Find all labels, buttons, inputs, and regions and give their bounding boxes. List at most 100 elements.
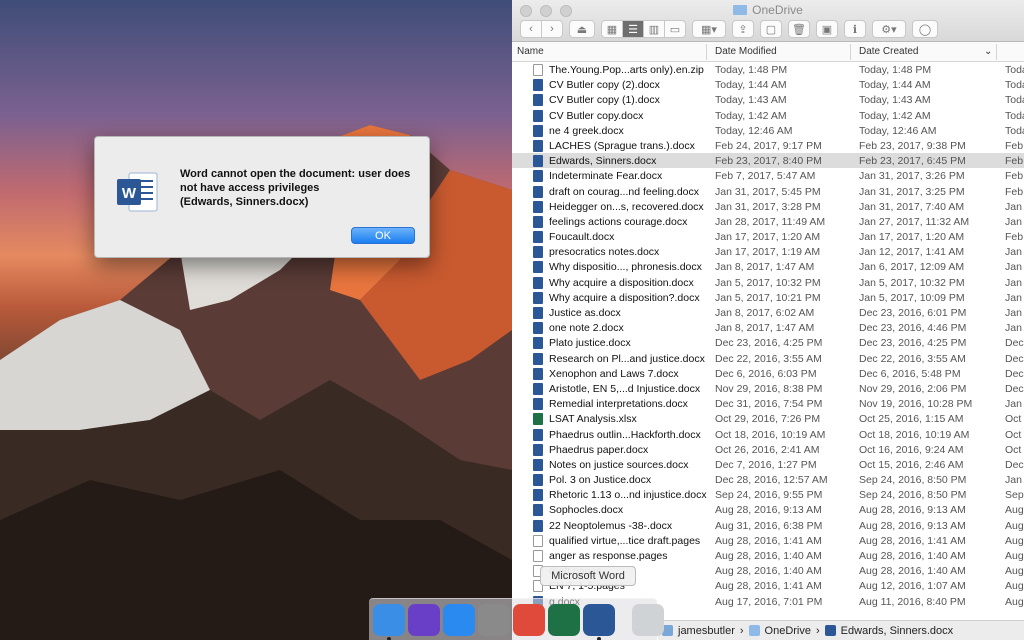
list-view-icon[interactable]: ☰ (622, 20, 644, 38)
file-row[interactable]: Pol. 3 on Justice.docx Dec 28, 2016, 12:5… (512, 472, 1024, 487)
dialog-message: Word cannot open the document: user does… (180, 168, 411, 208)
icon-view-icon[interactable]: ▦ (601, 20, 623, 38)
file-date-modified: Feb 23, 2017, 8:40 PM (715, 155, 822, 168)
file-row[interactable]: Phaedrus outlin...Hackforth.docx Oct 18, … (512, 427, 1024, 442)
word-document-icon (824, 625, 836, 636)
new-folder-icon[interactable]: ▢ (760, 20, 782, 38)
file-row[interactable]: Xenophon and Laws 7.docx Dec 6, 2016, 6:0… (512, 366, 1024, 381)
column-date-created[interactable]: Date Created (859, 46, 918, 57)
info-icon[interactable]: ℹ (844, 20, 866, 38)
file-row[interactable]: presocratics notes.docx Jan 17, 2017, 1:1… (512, 244, 1024, 259)
file-extra-column: Jan (1005, 322, 1022, 335)
share-icon[interactable]: ⇪ (732, 20, 754, 38)
file-date-modified: Aug 17, 2016, 7:01 PM (715, 595, 823, 608)
file-name: Indeterminate Fear.docx (549, 170, 663, 183)
file-row[interactable]: CV Butler copy.docx Today, 1:42 AM Today, … (512, 108, 1024, 123)
file-row[interactable]: The.Young.Pop...arts only).en.zip Today, … (512, 62, 1024, 77)
back-button[interactable]: ‹ (520, 20, 542, 38)
file-row[interactable]: anger as response.pages Aug 28, 2016, 1:4… (512, 548, 1024, 563)
file-name: CV Butler copy (2).docx (549, 79, 660, 92)
desktop-wallpaper (0, 125, 512, 640)
word-document-icon (533, 139, 543, 152)
file-name: Foucault.docx (549, 231, 615, 244)
file-date-created: Dec 23, 2016, 6:01 PM (859, 307, 967, 319)
file-row[interactable]: Aristotle, EN 5,...d Injustice.docx Nov 2… (512, 381, 1024, 396)
path-item-file[interactable]: Edwards, Sinners.docx (841, 625, 954, 637)
path-item-home[interactable]: jamesbutler (678, 625, 735, 637)
file-row[interactable]: LACHES (Sprague trans.).docx Feb 24, 2017… (512, 138, 1024, 153)
word-icon[interactable] (583, 603, 615, 640)
file-name: Sophocles.docx (549, 504, 624, 517)
siri-icon[interactable] (408, 603, 440, 636)
file-row[interactable]: one note 2.docx Jan 8, 2017, 1:47 AM Dec 2… (512, 320, 1024, 335)
file-date-created: Oct 15, 2016, 2:46 AM (859, 458, 964, 471)
file-row[interactable]: Heidegger on...s, recovered.docx Jan 31, … (512, 199, 1024, 214)
file-row[interactable]: draft on courag...nd feeling.docx Jan 31,… (512, 184, 1024, 199)
file-row[interactable]: CV Butler copy (2).docx Today, 1:44 AM Tod… (512, 77, 1024, 92)
file-row[interactable]: Why acquire a disposition.docx Jan 5, 201… (512, 275, 1024, 290)
file-row[interactable]: Justice as.docx Jan 8, 2017, 6:02 AM Dec 2… (512, 305, 1024, 320)
file-date-modified: Today, 1:43 AM (715, 94, 787, 107)
file-extra-column: Dec (1005, 367, 1024, 380)
trash-button-icon[interactable]: 🗑 (788, 20, 810, 38)
file-row[interactable]: Notes on justice sources.docx Dec 7, 2016… (512, 457, 1024, 472)
finder-icon[interactable] (373, 603, 405, 640)
tags-icon[interactable]: ◯ (912, 20, 938, 38)
file-extra-column: Toda (1005, 94, 1024, 107)
file-row[interactable]: Indeterminate Fear.docx Feb 7, 2017, 5:47… (512, 168, 1024, 183)
file-extra-column: Toda (1005, 124, 1024, 137)
file-name: Phaedrus outlin...Hackforth.docx (549, 428, 701, 441)
arrange-button[interactable]: ▦▾ (692, 20, 726, 38)
file-row[interactable]: CV Butler copy (1).docx Today, 1:43 AM Tod… (512, 92, 1024, 107)
file-row[interactable]: qualified virtue,...tice draft.pages Aug … (512, 533, 1024, 548)
eject-button[interactable]: ⏏ (569, 20, 595, 38)
excel-icon[interactable] (548, 603, 580, 636)
file-row[interactable]: Rhetoric 1.13 o...nd injustice.docx Sep 2… (512, 487, 1024, 502)
file-row[interactable]: Sophocles.docx Aug 28, 2016, 9:13 AM Aug 2… (512, 502, 1024, 517)
file-date-modified: Aug 28, 2016, 9:13 AM (715, 504, 822, 517)
file-row[interactable]: ne 4 greek.docx Today, 12:46 AM Today, 12:… (512, 123, 1024, 138)
file-row[interactable]: Edwards, Sinners.docx Feb 23, 2017, 8:40 … (512, 153, 1024, 169)
forward-button[interactable]: › (541, 20, 563, 38)
finder-window: OneDrive ‹ › ⏏ ▦ ☰ ▥ ▭ ▦▾ ⇪ ▢ 🗑 ▣ ℹ ⚙▾ ◯… (512, 0, 1024, 640)
chrome-icon[interactable] (513, 603, 545, 636)
file-extra-column: Oct (1005, 443, 1022, 456)
file-row[interactable]: Why acquire a disposition?.docx Jan 5, 20… (512, 290, 1024, 305)
cover-flow-icon[interactable]: ▭ (664, 20, 686, 38)
error-dialog: W Word cannot open the document: user do… (94, 136, 430, 258)
ok-button[interactable]: OK (351, 227, 415, 244)
file-row[interactable]: Plato justice.docx Dec 23, 2016, 4:25 PM D… (512, 335, 1024, 350)
file-date-modified: Dec 22, 2016, 3:55 AM (715, 352, 822, 365)
excel-icon (533, 413, 543, 426)
word-document-icon (533, 352, 543, 365)
column-separator (850, 44, 851, 60)
file-row[interactable]: 22 Neoptolemus -38-.docx Aug 31, 2016, 6:… (512, 518, 1024, 533)
file-date-created: Jan 27, 2017, 11:32 AM (859, 215, 970, 228)
file-row[interactable]: Remedial interpretations.docx Dec 31, 201… (512, 396, 1024, 411)
file-name: ne 4 greek.docx (549, 124, 624, 137)
file-row[interactable]: Why dispositio..., phronesis.docx Jan 8, … (512, 259, 1024, 274)
trash-icon[interactable] (632, 603, 664, 636)
column-name[interactable]: Name (517, 46, 544, 57)
file-row[interactable]: feelings actions courage.docx Jan 28, 201… (512, 214, 1024, 229)
file-row[interactable]: Foucault.docx Jan 17, 2017, 1:20 AM Jan 17… (512, 229, 1024, 244)
file-row[interactable]: LSAT Analysis.xlsx Oct 29, 2016, 7:26 PM O… (512, 411, 1024, 426)
file-extra-column: Dec (1005, 382, 1024, 395)
column-view-icon[interactable]: ▥ (643, 20, 665, 38)
file-date-created: Aug 28, 2016, 1:41 AM (859, 534, 966, 547)
system-preferences-icon[interactable] (478, 603, 510, 636)
file-date-modified: Aug 28, 2016, 1:40 AM (715, 550, 822, 562)
column-date-modified[interactable]: Date Modified (715, 46, 777, 57)
app-store-icon[interactable] (443, 603, 475, 636)
file-row[interactable]: Phaedrus paper.docx Oct 26, 2016, 2:41 AM… (512, 442, 1024, 457)
file-row[interactable]: Research on Pl...and justice.docx Dec 22,… (512, 351, 1024, 366)
file-date-created: Aug 12, 2016, 1:07 AM (859, 580, 966, 593)
file-date-modified: Jan 17, 2017, 1:20 AM (715, 231, 821, 244)
file-name: Why acquire a disposition?.docx (549, 291, 700, 304)
action-gear-icon[interactable]: ⚙▾ (872, 20, 906, 38)
path-item-folder[interactable]: OneDrive (765, 625, 811, 637)
file-date-created: Aug 28, 2016, 1:40 AM (859, 565, 966, 578)
file-extra-column: Feb (1005, 155, 1024, 168)
file-extra-column: Toda (1005, 79, 1024, 92)
connect-icon[interactable]: ▣ (816, 20, 838, 38)
